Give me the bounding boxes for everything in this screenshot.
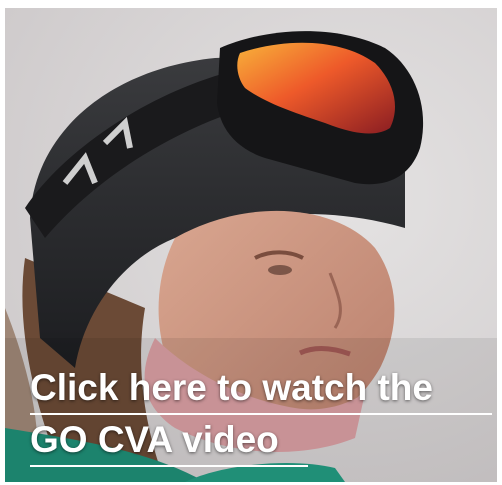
video-thumbnail[interactable]: Click here to watch the GO CVA video (5, 8, 497, 482)
page: Click here to watch the GO CVA video (0, 0, 502, 485)
watch-video-link[interactable]: Click here to watch the GO CVA video (30, 364, 497, 468)
watch-video-link-line-2[interactable]: GO CVA video (30, 416, 308, 467)
watch-video-link-line-1[interactable]: Click here to watch the (30, 364, 492, 415)
